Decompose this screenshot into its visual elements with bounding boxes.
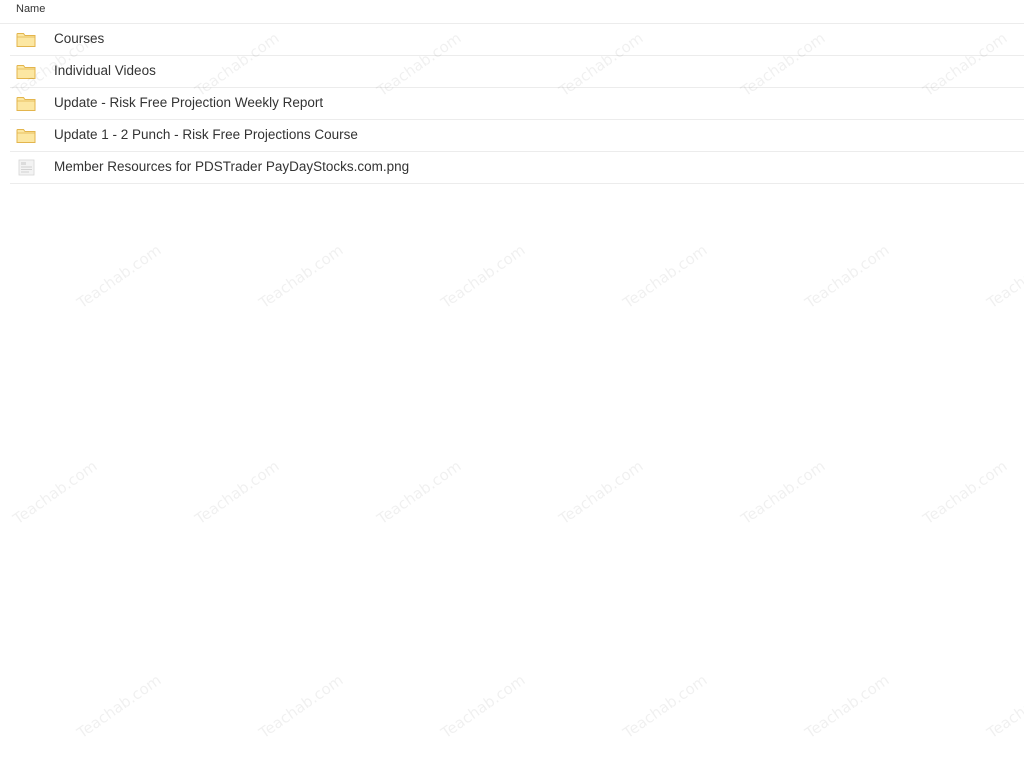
file-name: Individual Videos: [54, 63, 156, 78]
file-name: Courses: [54, 31, 105, 46]
watermark-text: Teachab.com: [619, 670, 711, 742]
file-row-member-resources[interactable]: Member Resources for PDSTrader PayDaySto…: [10, 152, 1024, 184]
watermark-text: Teachab.com: [983, 240, 1024, 312]
watermark-text: Teachab.com: [437, 670, 529, 742]
file-row-weekly-report[interactable]: Update - Risk Free Projection Weekly Rep…: [10, 88, 1024, 120]
watermark-text: Teachab.com: [73, 670, 165, 742]
file-list: Courses Individual Videos Update - Risk …: [10, 24, 1024, 184]
watermark-text: Teachab.com: [9, 456, 101, 528]
watermark-text: Teachab.com: [437, 240, 529, 312]
watermark-text: Teachab.com: [801, 240, 893, 312]
watermark-text: Teachab.com: [619, 240, 711, 312]
file-row-courses[interactable]: Courses: [10, 24, 1024, 56]
watermark-text: Teachab.com: [801, 670, 893, 742]
watermark-text: Teachab.com: [255, 670, 347, 742]
folder-icon: [16, 129, 36, 143]
folder-icon: [16, 33, 36, 47]
watermark-text: Teachab.com: [73, 240, 165, 312]
file-name: Member Resources for PDSTrader PayDaySto…: [54, 159, 410, 174]
file-name: Update - Risk Free Projection Weekly Rep…: [54, 95, 324, 110]
image-file-icon: [18, 159, 35, 176]
file-row-projections-course[interactable]: Update 1 - 2 Punch - Risk Free Projectio…: [10, 120, 1024, 152]
column-header-name[interactable]: Name: [16, 3, 45, 15]
folder-icon: [16, 97, 36, 111]
file-name: Update 1 - 2 Punch - Risk Free Projectio…: [54, 127, 358, 142]
watermark-text: Teachab.com: [737, 456, 829, 528]
watermark-text: Teachab.com: [919, 456, 1011, 528]
watermark-text: Teachab.com: [255, 240, 347, 312]
watermark-text: Teachab.com: [983, 670, 1024, 742]
list-header: Name: [0, 0, 1024, 24]
watermark-text: Teachab.com: [373, 456, 465, 528]
watermark-text: Teachab.com: [555, 456, 647, 528]
file-browser: Name Courses Individual Videos Update - …: [0, 0, 1024, 768]
file-row-individual-videos[interactable]: Individual Videos: [10, 56, 1024, 88]
watermark-text: Teachab.com: [191, 456, 283, 528]
folder-icon: [16, 65, 36, 79]
